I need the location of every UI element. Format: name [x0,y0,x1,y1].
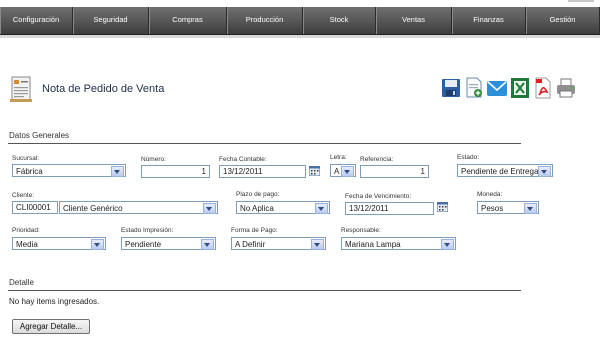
letra-label: Letra: [330,154,347,161]
pdf-export-icon[interactable] [533,77,553,99]
chevron-down-icon [538,166,551,177]
moneda-label: Moneda: [477,191,503,198]
sucursal-select[interactable]: Fábrica [12,164,126,177]
section-general-divider [8,143,521,144]
fecha-vencimiento-label: Fecha de Vencimiento: [345,193,412,200]
cliente-value: Cliente Genérico [63,204,123,213]
cliente-code-input[interactable]: CLI00001 [12,201,58,214]
nav-seguridad[interactable]: Seguridad [73,7,149,34]
moneda-value: Pesos [481,204,504,213]
chevron-down-icon [524,203,537,214]
estado-select[interactable]: Pendiente de Entrega [457,164,553,177]
prioridad-value: Media [16,240,38,249]
forma-pago-value: A Definir [235,240,266,249]
main-nav: Configuración Seguridad Compras Producci… [0,7,600,35]
estado-impresion-value: Pendiente [125,240,162,249]
chevron-down-icon [341,166,354,177]
cliente-select[interactable]: Cliente Genérico [59,201,218,214]
section-general-title: Datos Generales [9,131,70,140]
fecha-contable-label: Fecha Contable: [219,156,267,163]
chevron-down-icon [91,239,104,250]
email-icon[interactable] [487,77,507,99]
save-icon[interactable] [441,77,461,99]
plazo-pago-select[interactable]: No Aplica [236,201,330,214]
numero-input[interactable]: 1 [141,165,210,178]
estado-impresion-label: Estado Impresión: [121,227,174,234]
top-strip [0,0,600,7]
section-detail-title: Detalle [9,278,34,287]
empty-items-message: No hay items ingresados. [9,297,100,306]
chevron-down-icon [441,239,454,250]
fecha-vencimiento-input[interactable]: 13/12/2011 [345,202,434,215]
referencia-input[interactable]: 1 [360,165,429,178]
top-strip-edge [568,0,594,2]
nav-ventas[interactable]: Ventas [376,7,452,34]
chevron-down-icon [201,239,214,250]
sucursal-label: Sucursal: [12,155,40,162]
plazo-pago-value: No Aplica [240,204,274,213]
chevron-down-icon [203,203,216,214]
responsable-select[interactable]: Mariana Lampa [341,237,456,250]
section-detail-divider [8,290,521,291]
responsable-label: Responsable: [341,227,381,234]
chevron-down-icon [111,166,124,177]
sucursal-value: Fábrica [16,167,43,176]
nav-finanzas[interactable]: Finanzas [452,7,526,34]
chevron-down-icon [311,239,324,250]
nav-shadow [0,35,600,38]
forma-pago-label: Forma de Pago: [231,227,278,234]
calendar-icon[interactable] [309,166,320,176]
cliente-label: Cliente: [12,192,35,199]
nav-configuracion[interactable]: Configuración [0,7,73,34]
nav-stock[interactable]: Stock [303,7,376,34]
estado-value: Pendiente de Entrega [461,167,538,176]
referencia-label: Referencia: [360,156,394,163]
new-document-icon[interactable] [464,77,484,99]
letra-select[interactable]: A [330,164,356,177]
estado-impresion-select[interactable]: Pendiente [121,237,216,250]
print-icon[interactable] [556,77,576,99]
forma-pago-select[interactable]: A Definir [231,237,326,250]
fecha-contable-input[interactable]: 13/12/2011 [219,165,306,178]
nav-compras[interactable]: Compras [149,7,227,34]
nav-produccion[interactable]: Producción [227,7,303,34]
toolbar [0,77,600,101]
responsable-value: Mariana Lampa [345,240,401,249]
add-detail-button[interactable]: Agregar Detalle... [12,319,90,334]
plazo-pago-label: Plazo de pago: [236,191,280,198]
moneda-select[interactable]: Pesos [477,201,539,214]
nav-gestion[interactable]: Gestión [526,7,600,34]
prioridad-label: Prioridad: [12,227,40,234]
chevron-down-icon [315,203,328,214]
calendar-icon[interactable] [437,202,448,212]
estado-label: Estado: [457,154,480,161]
prioridad-select[interactable]: Media [12,237,106,250]
excel-export-icon[interactable] [510,77,530,99]
numero-label: Número: [141,156,166,163]
